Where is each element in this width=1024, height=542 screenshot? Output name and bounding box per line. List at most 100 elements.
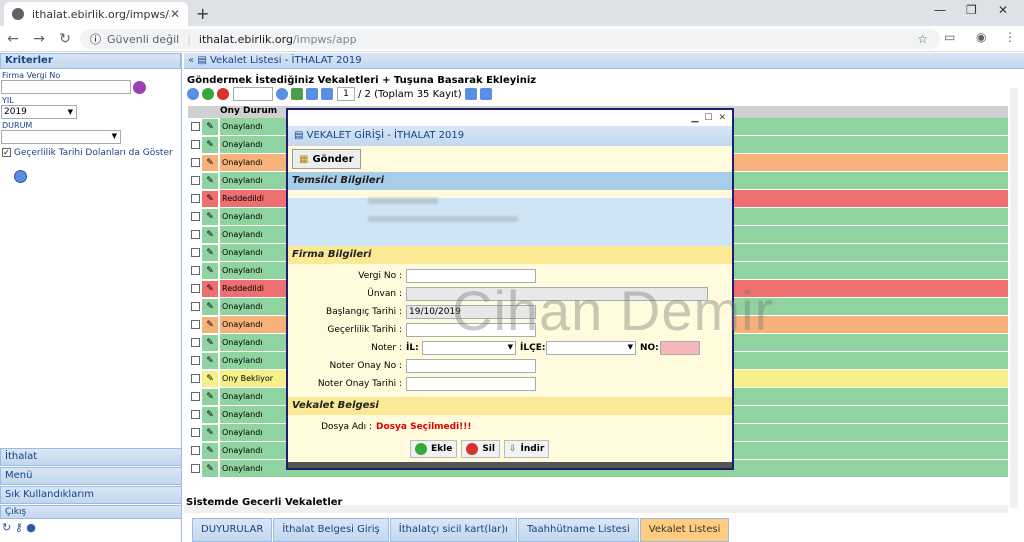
- gecerlilik-tarihi-input[interactable]: [406, 323, 536, 337]
- first-page-icon[interactable]: [306, 88, 318, 100]
- add-icon[interactable]: [202, 88, 214, 100]
- minimize-icon[interactable]: —: [934, 3, 946, 17]
- col-ony-durum[interactable]: Ony Durum: [220, 106, 284, 118]
- accordion-sik-kullandiklarim[interactable]: Sık Kullandıklarım: [0, 486, 182, 504]
- sil-button[interactable]: Sil: [461, 440, 500, 458]
- modal-close-icon[interactable]: ✕: [718, 113, 726, 123]
- tab-duyurular[interactable]: DUYURULAR: [192, 518, 273, 542]
- edit-icon[interactable]: ✎: [202, 118, 218, 135]
- edit-icon[interactable]: ✎: [202, 172, 218, 189]
- new-tab-button[interactable]: +: [196, 4, 209, 23]
- horizontal-scrollbar[interactable]: [184, 505, 1008, 513]
- row-checkbox[interactable]: [188, 356, 202, 365]
- vergi-no-input[interactable]: [406, 269, 536, 283]
- edit-icon[interactable]: ✎: [202, 424, 218, 441]
- tab-sicil-kart[interactable]: İthalatçı sicil kart(lar)ı: [389, 518, 517, 542]
- page-input[interactable]: 1: [337, 87, 355, 101]
- vertical-scrollbar[interactable]: [1010, 88, 1018, 508]
- row-checkbox[interactable]: [188, 176, 202, 185]
- edit-icon[interactable]: ✎: [202, 262, 218, 279]
- il-select[interactable]: [422, 341, 516, 355]
- row-checkbox[interactable]: [188, 266, 202, 275]
- edit-icon[interactable]: ✎: [202, 442, 218, 459]
- edit-icon[interactable]: ✎: [202, 316, 218, 333]
- row-checkbox[interactable]: [188, 464, 202, 473]
- edit-icon[interactable]: ✎: [202, 298, 218, 315]
- search-icon[interactable]: [276, 88, 288, 100]
- cast-icon[interactable]: ▭: [944, 30, 955, 44]
- search-firma-icon[interactable]: [133, 80, 146, 94]
- refresh-icon[interactable]: [187, 88, 199, 100]
- row-checkbox[interactable]: [188, 428, 202, 437]
- close-tab-icon[interactable]: ✕: [170, 7, 180, 21]
- edit-icon[interactable]: ✎: [202, 280, 218, 297]
- browser-tab[interactable]: ithalat.ebirlik.org/impws/app ✕: [4, 2, 188, 26]
- forward-icon[interactable]: →: [26, 31, 52, 47]
- firma-vergi-input[interactable]: [1, 80, 131, 94]
- accordion-ithalat[interactable]: İthalat: [0, 448, 182, 466]
- refresh-button[interactable]: [14, 170, 27, 183]
- last-page-icon[interactable]: [479, 88, 492, 100]
- gonder-button[interactable]: ▦ Gönder: [292, 149, 361, 169]
- indir-button[interactable]: ⇩ İndir: [503, 440, 550, 458]
- edit-icon[interactable]: ✎: [202, 208, 218, 225]
- key-icon[interactable]: ⚷: [15, 521, 23, 534]
- edit-icon[interactable]: ✎: [202, 388, 218, 405]
- accordion-menu[interactable]: Menü: [0, 467, 182, 485]
- row-checkbox[interactable]: [188, 212, 202, 221]
- edit-icon[interactable]: ✎: [202, 136, 218, 153]
- row-checkbox[interactable]: [188, 194, 202, 203]
- tab-vekalet-listesi[interactable]: Vekalet Listesi: [639, 518, 730, 542]
- row-checkbox[interactable]: [188, 284, 202, 293]
- ilce-select[interactable]: [546, 341, 636, 355]
- edit-icon[interactable]: ✎: [202, 190, 218, 207]
- prev-page-icon[interactable]: [321, 88, 333, 100]
- row-checkbox[interactable]: [188, 392, 202, 401]
- collapse-icon[interactable]: «: [188, 55, 194, 66]
- noter-onay-tarihi-input[interactable]: [406, 377, 536, 391]
- baslangic-tarihi-input[interactable]: 19/10/2019: [406, 305, 536, 319]
- row-checkbox[interactable]: [188, 230, 202, 239]
- noter-onay-no-input[interactable]: [406, 359, 536, 373]
- edit-icon[interactable]: ✎: [202, 244, 218, 261]
- row-checkbox[interactable]: [188, 140, 202, 149]
- edit-icon[interactable]: ✎: [202, 370, 218, 387]
- help-icon[interactable]: ●: [26, 521, 36, 534]
- accordion-cikis[interactable]: Çıkış: [0, 505, 182, 519]
- row-checkbox[interactable]: [188, 320, 202, 329]
- row-checkbox[interactable]: [188, 248, 202, 257]
- durum-select[interactable]: ▼: [1, 130, 121, 144]
- maximize-icon[interactable]: ❐: [966, 3, 977, 17]
- reload-icon[interactable]: ↻: [52, 31, 78, 47]
- menu-dots-icon[interactable]: ⋮: [1004, 30, 1016, 44]
- next-page-icon[interactable]: [464, 88, 477, 100]
- close-window-icon[interactable]: ✕: [998, 3, 1008, 17]
- delete-icon[interactable]: [217, 88, 229, 100]
- tab-ithalat-belgesi[interactable]: İthalat Belgesi Giriş: [273, 518, 389, 542]
- edit-icon[interactable]: ✎: [202, 460, 218, 477]
- info-icon[interactable]: ⓘ: [90, 31, 101, 47]
- grid-search-input[interactable]: [233, 87, 273, 101]
- row-checkbox[interactable]: [188, 446, 202, 455]
- row-checkbox[interactable]: [188, 410, 202, 419]
- edit-icon[interactable]: ✎: [202, 334, 218, 351]
- excel-icon[interactable]: [291, 88, 303, 100]
- ekle-button[interactable]: Ekle: [410, 440, 458, 458]
- edit-icon[interactable]: ✎: [202, 154, 218, 171]
- row-checkbox[interactable]: [188, 374, 202, 383]
- yil-select[interactable]: 2019 ▼: [1, 105, 77, 119]
- edit-icon[interactable]: ✎: [202, 406, 218, 423]
- unvan-input[interactable]: [406, 287, 708, 301]
- back-icon[interactable]: ←: [0, 31, 26, 47]
- noter-no-input[interactable]: [660, 341, 700, 355]
- row-checkbox[interactable]: [188, 302, 202, 311]
- edit-icon[interactable]: ✎: [202, 352, 218, 369]
- modal-minimize-icon[interactable]: ▁: [691, 113, 698, 123]
- profile-icon[interactable]: ◉: [976, 30, 986, 44]
- gecerlilik-checkbox[interactable]: ✓: [2, 148, 11, 157]
- address-bar[interactable]: ⓘ Güvenli değil | ithalat.ebirlik.org /i…: [80, 29, 940, 49]
- edit-icon[interactable]: ✎: [202, 226, 218, 243]
- row-checkbox[interactable]: [188, 122, 202, 131]
- reload-icon[interactable]: ↻: [2, 521, 11, 534]
- tab-taahhutname[interactable]: Taahhütname Listesi: [517, 518, 639, 542]
